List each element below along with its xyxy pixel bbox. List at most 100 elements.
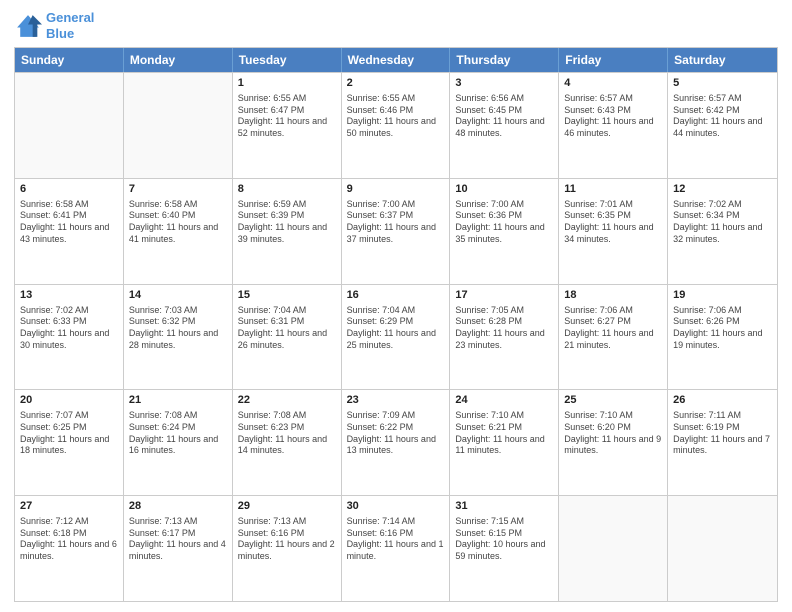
cal-cell-2-4: 9 Sunrise: 7:00 AMSunset: 6:37 PMDayligh…: [342, 179, 451, 284]
day-number: 7: [129, 182, 227, 197]
day-number: 4: [564, 76, 662, 91]
cell-detail: Sunrise: 7:00 AMSunset: 6:37 PMDaylight:…: [347, 199, 445, 246]
cal-week-1: 1 Sunrise: 6:55 AMSunset: 6:47 PMDayligh…: [15, 72, 777, 178]
day-number: 24: [455, 393, 553, 408]
cell-detail: Sunrise: 7:04 AMSunset: 6:31 PMDaylight:…: [238, 305, 336, 352]
day-number: 10: [455, 182, 553, 197]
cell-detail: Sunrise: 6:59 AMSunset: 6:39 PMDaylight:…: [238, 199, 336, 246]
cal-cell-2-5: 10 Sunrise: 7:00 AMSunset: 6:36 PMDaylig…: [450, 179, 559, 284]
cal-cell-2-1: 6 Sunrise: 6:58 AMSunset: 6:41 PMDayligh…: [15, 179, 124, 284]
cal-header-thursday: Thursday: [450, 48, 559, 72]
cal-cell-5-2: 28 Sunrise: 7:13 AMSunset: 6:17 PMDaylig…: [124, 496, 233, 601]
cal-cell-4-4: 23 Sunrise: 7:09 AMSunset: 6:22 PMDaylig…: [342, 390, 451, 495]
cal-cell-3-4: 16 Sunrise: 7:04 AMSunset: 6:29 PMDaylig…: [342, 285, 451, 390]
day-number: 3: [455, 76, 553, 91]
day-number: 14: [129, 288, 227, 303]
cell-detail: Sunrise: 6:58 AMSunset: 6:40 PMDaylight:…: [129, 199, 227, 246]
cal-week-2: 6 Sunrise: 6:58 AMSunset: 6:41 PMDayligh…: [15, 178, 777, 284]
cal-cell-3-5: 17 Sunrise: 7:05 AMSunset: 6:28 PMDaylig…: [450, 285, 559, 390]
cal-cell-4-5: 24 Sunrise: 7:10 AMSunset: 6:21 PMDaylig…: [450, 390, 559, 495]
cal-cell-2-6: 11 Sunrise: 7:01 AMSunset: 6:35 PMDaylig…: [559, 179, 668, 284]
day-number: 5: [673, 76, 772, 91]
cal-cell-1-7: 5 Sunrise: 6:57 AMSunset: 6:42 PMDayligh…: [668, 73, 777, 178]
cal-cell-4-6: 25 Sunrise: 7:10 AMSunset: 6:20 PMDaylig…: [559, 390, 668, 495]
header: General Blue: [14, 10, 778, 41]
day-number: 23: [347, 393, 445, 408]
day-number: 2: [347, 76, 445, 91]
day-number: 17: [455, 288, 553, 303]
cal-cell-5-6: [559, 496, 668, 601]
cal-week-4: 20 Sunrise: 7:07 AMSunset: 6:25 PMDaylig…: [15, 389, 777, 495]
cell-detail: Sunrise: 7:10 AMSunset: 6:21 PMDaylight:…: [455, 410, 553, 457]
day-number: 27: [20, 499, 118, 514]
cell-detail: Sunrise: 6:57 AMSunset: 6:42 PMDaylight:…: [673, 93, 772, 140]
cal-cell-5-4: 30 Sunrise: 7:14 AMSunset: 6:16 PMDaylig…: [342, 496, 451, 601]
cal-header-friday: Friday: [559, 48, 668, 72]
day-number: 28: [129, 499, 227, 514]
cal-cell-3-1: 13 Sunrise: 7:02 AMSunset: 6:33 PMDaylig…: [15, 285, 124, 390]
calendar: SundayMondayTuesdayWednesdayThursdayFrid…: [14, 47, 778, 602]
cal-week-3: 13 Sunrise: 7:02 AMSunset: 6:33 PMDaylig…: [15, 284, 777, 390]
day-number: 30: [347, 499, 445, 514]
page: General Blue SundayMondayTuesdayWednesda…: [0, 0, 792, 612]
cell-detail: Sunrise: 7:15 AMSunset: 6:15 PMDaylight:…: [455, 516, 553, 563]
cell-detail: Sunrise: 7:11 AMSunset: 6:19 PMDaylight:…: [673, 410, 772, 457]
cal-cell-5-3: 29 Sunrise: 7:13 AMSunset: 6:16 PMDaylig…: [233, 496, 342, 601]
cal-cell-1-4: 2 Sunrise: 6:55 AMSunset: 6:46 PMDayligh…: [342, 73, 451, 178]
cal-cell-5-5: 31 Sunrise: 7:15 AMSunset: 6:15 PMDaylig…: [450, 496, 559, 601]
cell-detail: Sunrise: 7:07 AMSunset: 6:25 PMDaylight:…: [20, 410, 118, 457]
calendar-header-row: SundayMondayTuesdayWednesdayThursdayFrid…: [15, 48, 777, 72]
day-number: 11: [564, 182, 662, 197]
cal-cell-3-7: 19 Sunrise: 7:06 AMSunset: 6:26 PMDaylig…: [668, 285, 777, 390]
cal-cell-1-1: [15, 73, 124, 178]
cal-cell-2-3: 8 Sunrise: 6:59 AMSunset: 6:39 PMDayligh…: [233, 179, 342, 284]
cell-detail: Sunrise: 7:02 AMSunset: 6:33 PMDaylight:…: [20, 305, 118, 352]
cell-detail: Sunrise: 7:00 AMSunset: 6:36 PMDaylight:…: [455, 199, 553, 246]
cal-header-sunday: Sunday: [15, 48, 124, 72]
day-number: 13: [20, 288, 118, 303]
logo: General Blue: [14, 10, 94, 41]
day-number: 6: [20, 182, 118, 197]
day-number: 29: [238, 499, 336, 514]
day-number: 1: [238, 76, 336, 91]
day-number: 16: [347, 288, 445, 303]
cell-detail: Sunrise: 7:13 AMSunset: 6:17 PMDaylight:…: [129, 516, 227, 563]
cal-cell-1-3: 1 Sunrise: 6:55 AMSunset: 6:47 PMDayligh…: [233, 73, 342, 178]
cell-detail: Sunrise: 7:05 AMSunset: 6:28 PMDaylight:…: [455, 305, 553, 352]
day-number: 15: [238, 288, 336, 303]
cell-detail: Sunrise: 6:55 AMSunset: 6:46 PMDaylight:…: [347, 93, 445, 140]
cal-cell-3-6: 18 Sunrise: 7:06 AMSunset: 6:27 PMDaylig…: [559, 285, 668, 390]
cal-header-saturday: Saturday: [668, 48, 777, 72]
cal-cell-1-2: [124, 73, 233, 178]
cell-detail: Sunrise: 7:14 AMSunset: 6:16 PMDaylight:…: [347, 516, 445, 563]
cal-cell-5-7: [668, 496, 777, 601]
cal-cell-4-7: 26 Sunrise: 7:11 AMSunset: 6:19 PMDaylig…: [668, 390, 777, 495]
day-number: 9: [347, 182, 445, 197]
cell-detail: Sunrise: 7:08 AMSunset: 6:23 PMDaylight:…: [238, 410, 336, 457]
cal-cell-3-3: 15 Sunrise: 7:04 AMSunset: 6:31 PMDaylig…: [233, 285, 342, 390]
cal-week-5: 27 Sunrise: 7:12 AMSunset: 6:18 PMDaylig…: [15, 495, 777, 601]
cell-detail: Sunrise: 7:02 AMSunset: 6:34 PMDaylight:…: [673, 199, 772, 246]
cal-header-wednesday: Wednesday: [342, 48, 451, 72]
cal-cell-4-1: 20 Sunrise: 7:07 AMSunset: 6:25 PMDaylig…: [15, 390, 124, 495]
cell-detail: Sunrise: 7:10 AMSunset: 6:20 PMDaylight:…: [564, 410, 662, 457]
cell-detail: Sunrise: 6:55 AMSunset: 6:47 PMDaylight:…: [238, 93, 336, 140]
cal-cell-2-2: 7 Sunrise: 6:58 AMSunset: 6:40 PMDayligh…: [124, 179, 233, 284]
calendar-body: 1 Sunrise: 6:55 AMSunset: 6:47 PMDayligh…: [15, 72, 777, 601]
cell-detail: Sunrise: 7:09 AMSunset: 6:22 PMDaylight:…: [347, 410, 445, 457]
day-number: 25: [564, 393, 662, 408]
day-number: 26: [673, 393, 772, 408]
day-number: 8: [238, 182, 336, 197]
day-number: 18: [564, 288, 662, 303]
cell-detail: Sunrise: 6:56 AMSunset: 6:45 PMDaylight:…: [455, 93, 553, 140]
cell-detail: Sunrise: 7:06 AMSunset: 6:27 PMDaylight:…: [564, 305, 662, 352]
logo-text: General Blue: [46, 10, 94, 41]
day-number: 19: [673, 288, 772, 303]
cell-detail: Sunrise: 7:06 AMSunset: 6:26 PMDaylight:…: [673, 305, 772, 352]
cal-cell-3-2: 14 Sunrise: 7:03 AMSunset: 6:32 PMDaylig…: [124, 285, 233, 390]
cal-cell-4-3: 22 Sunrise: 7:08 AMSunset: 6:23 PMDaylig…: [233, 390, 342, 495]
cal-header-tuesday: Tuesday: [233, 48, 342, 72]
cell-detail: Sunrise: 6:58 AMSunset: 6:41 PMDaylight:…: [20, 199, 118, 246]
cell-detail: Sunrise: 7:04 AMSunset: 6:29 PMDaylight:…: [347, 305, 445, 352]
cell-detail: Sunrise: 7:12 AMSunset: 6:18 PMDaylight:…: [20, 516, 118, 563]
